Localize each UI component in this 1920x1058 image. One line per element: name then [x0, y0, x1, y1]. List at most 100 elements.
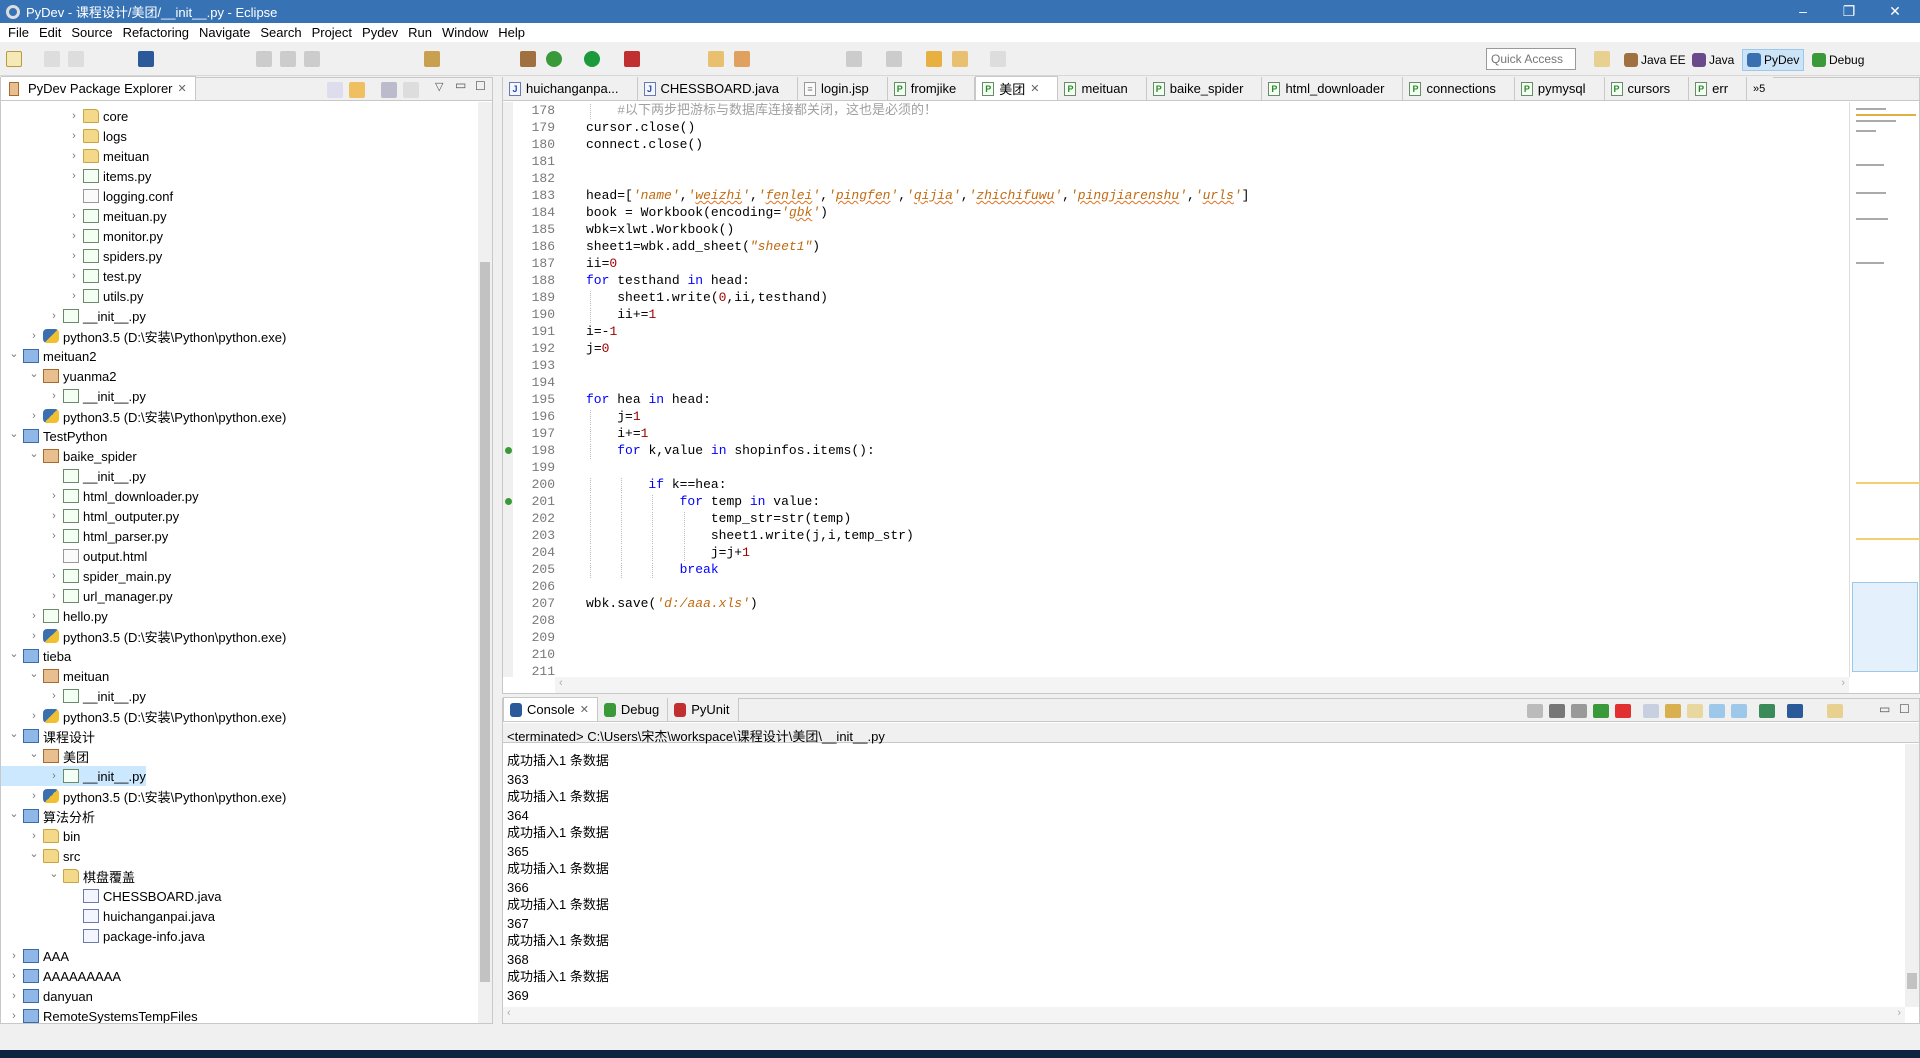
chevron-right-icon[interactable]: › — [67, 270, 81, 282]
tree-item[interactable]: › spider_main.py — [1, 566, 171, 586]
tree-item[interactable]: output.html — [1, 546, 147, 566]
tree-item[interactable]: ⌄ yuanma2 — [1, 366, 116, 386]
chevron-right-icon[interactable]: › — [27, 330, 41, 342]
open-perspective-icon[interactable] — [1594, 51, 1610, 67]
perspective-java-ee[interactable]: Java EE — [1620, 49, 1690, 71]
open-console-icon[interactable] — [1827, 704, 1843, 718]
menu-navigate[interactable]: Navigate — [195, 25, 256, 40]
minimap-viewport[interactable] — [1852, 582, 1918, 672]
minimize-view-icon[interactable]: ▭ — [455, 78, 466, 92]
tree-item[interactable]: CHESSBOARD.java — [1, 886, 221, 906]
debug-icon[interactable] — [546, 51, 562, 67]
chevron-down-icon[interactable]: ⌄ — [27, 367, 41, 380]
tree-item[interactable]: › utils.py — [1, 286, 143, 306]
link-editor-icon[interactable] — [349, 82, 365, 98]
chevron-right-icon[interactable]: › — [7, 950, 21, 962]
menu-file[interactable]: File — [4, 25, 35, 40]
tab-pyunit[interactable]: PyUnit — [668, 698, 739, 721]
chevron-right-icon[interactable]: › — [67, 150, 81, 162]
chevron-right-icon[interactable]: › — [47, 690, 61, 702]
tree-item[interactable]: ⌄ meituan2 — [1, 346, 96, 366]
chevron-right-icon[interactable]: › — [27, 610, 41, 622]
tree-item[interactable]: › html_outputer.py — [1, 506, 179, 526]
scrollbar-thumb[interactable] — [1907, 973, 1917, 989]
chevron-right-icon[interactable]: › — [67, 110, 81, 122]
tree-item[interactable]: › monitor.py — [1, 226, 163, 246]
run-external-icon[interactable] — [624, 51, 640, 67]
editor-tab[interactable]: Pfromjike — [887, 77, 976, 100]
view-menu-icon[interactable]: ▽ — [435, 80, 443, 93]
tree-item[interactable]: › url_manager.py — [1, 586, 172, 606]
show-on-stdout-icon[interactable] — [1709, 704, 1725, 718]
tree-item[interactable]: › python3.5 (D:\安装\Python\python.exe) — [1, 706, 286, 726]
chevron-right-icon[interactable]: › — [67, 230, 81, 242]
save-icon[interactable] — [44, 51, 60, 67]
chevron-right-icon[interactable]: › — [47, 770, 61, 782]
tree-item[interactable]: › python3.5 (D:\安装\Python\python.exe) — [1, 326, 286, 346]
editor-hscrollbar[interactable]: ‹ › — [555, 677, 1849, 693]
tab-console[interactable]: Console ✕ — [503, 697, 598, 721]
word-wrap-icon[interactable] — [1687, 704, 1703, 718]
chevron-down-icon[interactable]: ⌄ — [7, 807, 21, 820]
minimize-view-icon[interactable]: ▭ — [1879, 702, 1890, 716]
chevron-down-icon[interactable]: ⌄ — [27, 747, 41, 760]
tab-overflow-button[interactable]: »5 — [1747, 77, 1774, 100]
open-type-icon[interactable] — [520, 51, 536, 67]
chevron-right-icon[interactable]: › — [67, 130, 81, 142]
back-icon[interactable] — [952, 51, 968, 67]
remove-all-icon[interactable] — [1571, 704, 1587, 718]
editor-tab[interactable]: Perr — [1689, 77, 1748, 100]
filter-icon[interactable] — [381, 82, 397, 98]
chevron-down-icon[interactable]: ⌄ — [27, 847, 41, 860]
console-output[interactable]: 成功插入1 条数据 363 成功插入1 条数据 364 成功插入1 条数据 365 成功插入… — [507, 744, 1899, 1007]
terminate-icon[interactable] — [1527, 704, 1543, 718]
tab-debug[interactable]: Debug — [597, 698, 669, 721]
chevron-right-icon[interactable]: › — [47, 510, 61, 522]
menu-source[interactable]: Source — [67, 25, 118, 40]
tree-item[interactable]: › meituan — [1, 146, 149, 166]
quick-access-input[interactable] — [1486, 48, 1576, 70]
perspective-pydev[interactable]: PyDev — [1742, 49, 1805, 71]
close-window-button[interactable]: ✕ — [1872, 0, 1918, 23]
terminal-icon[interactable] — [138, 51, 154, 67]
suspend-icon[interactable] — [280, 51, 296, 67]
tree-item[interactable]: › meituan.py — [1, 206, 166, 226]
perspective-java[interactable]: Java — [1688, 49, 1738, 71]
tree-item[interactable]: ⌄ meituan — [1, 666, 109, 686]
tree-item[interactable]: ⌄ tieba — [1, 646, 71, 666]
menu-search[interactable]: Search — [256, 25, 307, 40]
menu-help[interactable]: Help — [494, 25, 531, 40]
chevron-right-icon[interactable]: › — [27, 630, 41, 642]
tree-item[interactable]: › __init__.py — [1, 766, 146, 786]
editor-tab[interactable]: Ppymysql — [1514, 77, 1605, 100]
tree-item[interactable]: ⌄ baike_spider — [1, 446, 136, 466]
tree-item[interactable]: › python3.5 (D:\安装\Python\python.exe) — [1, 406, 286, 426]
console-hscrollbar[interactable]: ‹ › — [503, 1007, 1905, 1023]
editor-tab[interactable]: Pbaike_spider — [1146, 77, 1263, 100]
scrollbar-thumb[interactable] — [480, 262, 490, 982]
chevron-down-icon[interactable]: ⌄ — [7, 347, 21, 360]
chevron-down-icon[interactable]: ⌄ — [47, 867, 61, 880]
perspective-debug[interactable]: Debug — [1808, 49, 1868, 71]
menu-run[interactable]: Run — [404, 25, 438, 40]
tree-item[interactable]: › AAA — [1, 946, 69, 966]
editor-tab[interactable]: Jhuichanganpa... — [503, 77, 638, 100]
chevron-right-icon[interactable]: › — [27, 710, 41, 722]
tree-item[interactable]: › spiders.py — [1, 246, 162, 266]
relaunch-icon[interactable] — [1593, 704, 1609, 718]
chevron-right-icon[interactable]: › — [7, 990, 21, 1002]
tree-item[interactable]: __init__.py — [1, 466, 146, 486]
tree-item[interactable]: logging.conf — [1, 186, 173, 206]
tab-package-explorer[interactable]: PyDev Package Explorer ✕ — [1, 76, 196, 100]
chevron-down-icon[interactable]: ⌄ — [7, 427, 21, 440]
menu-edit[interactable]: Edit — [35, 25, 67, 40]
tree-item[interactable]: › hello.py — [1, 606, 108, 626]
tree-item[interactable]: › python3.5 (D:\安装\Python\python.exe) — [1, 626, 286, 646]
tree-item[interactable]: › python3.5 (D:\安装\Python\python.exe) — [1, 786, 286, 806]
chevron-down-icon[interactable]: ⌄ — [27, 447, 41, 460]
scroll-lock-icon[interactable] — [1665, 704, 1681, 718]
chevron-right-icon[interactable]: › — [67, 170, 81, 182]
minimap[interactable] — [1849, 102, 1920, 677]
step-icon[interactable] — [424, 51, 440, 67]
last-edit-icon[interactable] — [926, 51, 942, 67]
